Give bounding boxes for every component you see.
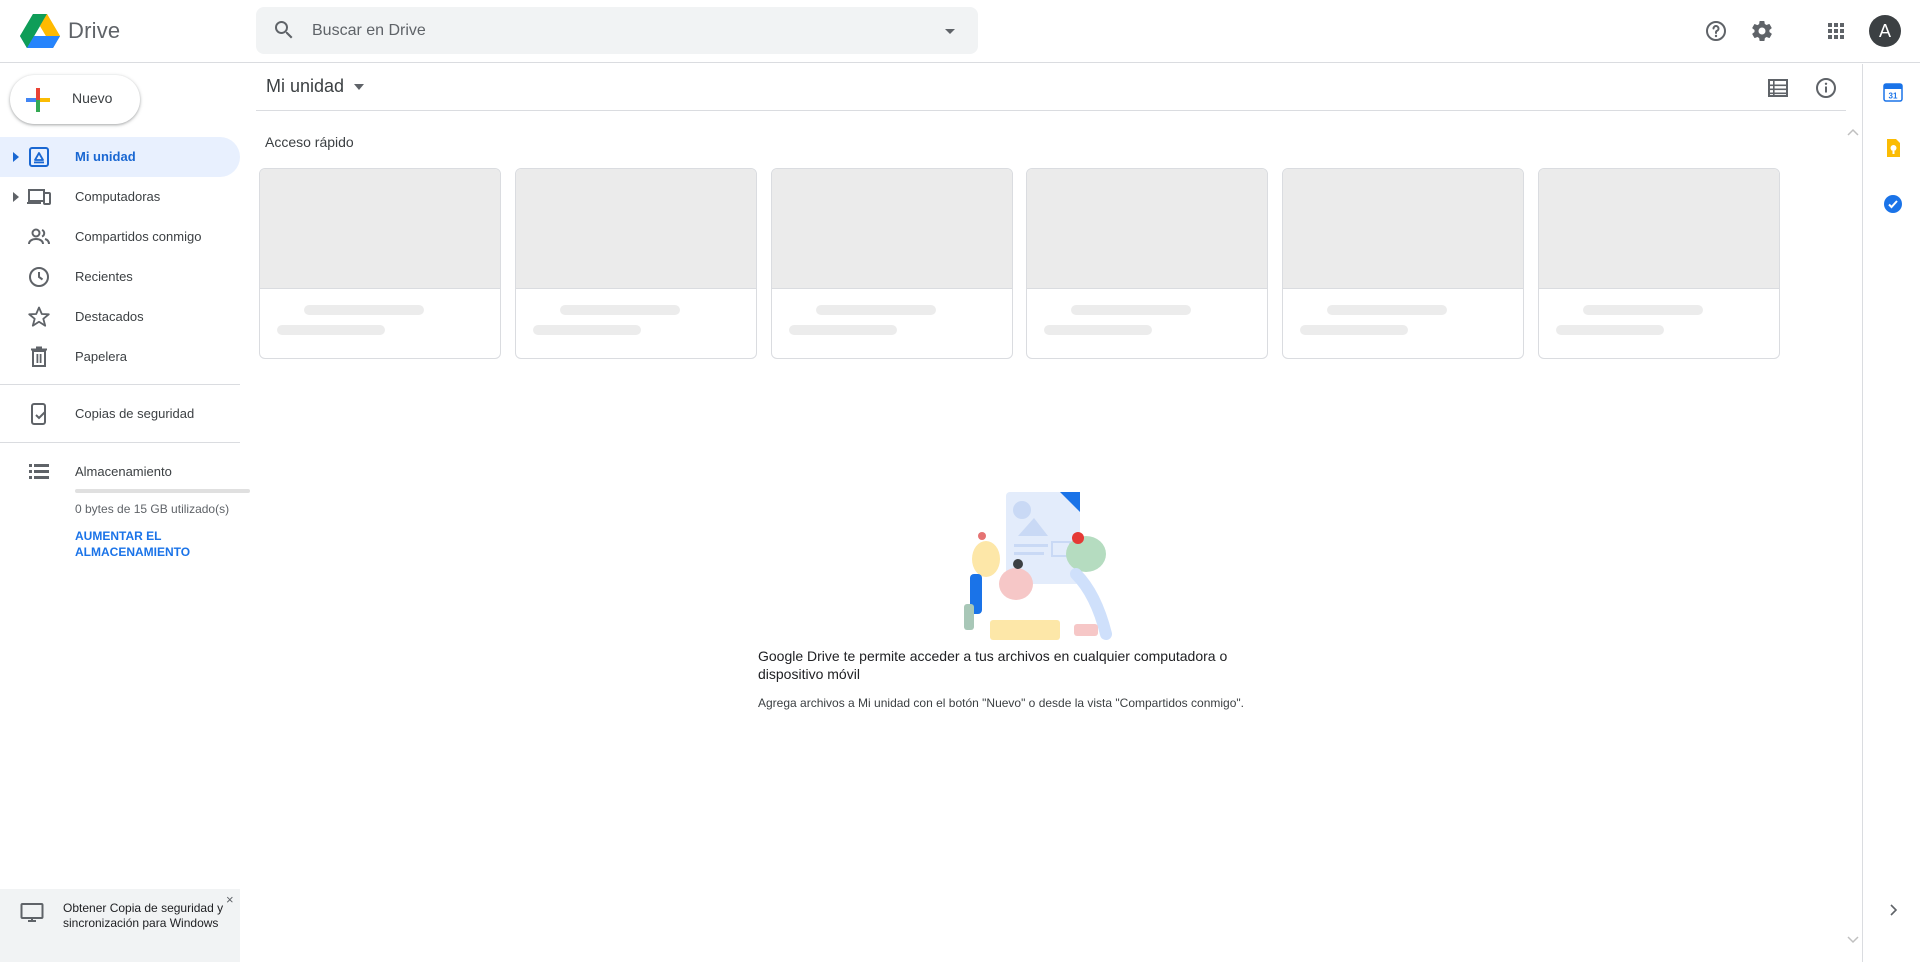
sidebar: Nuevo Mi unidad Computadoras Compartidos… [0,64,250,962]
expand-caret-icon[interactable] [12,191,20,203]
shared-with-me-icon [28,228,50,245]
quick-access-card-placeholder[interactable] [259,168,501,359]
search-options-dropdown-icon[interactable] [940,21,960,41]
quick-access-card-placeholder[interactable] [1026,168,1268,359]
chevron-right-icon[interactable] [1885,902,1901,918]
list-view-icon [1768,79,1788,97]
sidebar-item-label: Compartidos conmigo [75,229,202,244]
breadcrumb-my-drive[interactable]: Mi unidad [266,76,365,97]
placeholder-line [1583,305,1703,315]
chevron-down-icon [354,83,365,90]
placeholder-line [533,325,641,335]
card-thumbnail [1283,169,1523,289]
sidebar-item-label: Destacados [75,309,144,324]
card-thumbnail [1539,169,1779,289]
placeholder-line [1071,305,1191,315]
storage-icon [29,464,49,479]
sidebar-item-shared-with-me[interactable]: Compartidos conmigo [0,217,240,257]
sidebar-item-label: Recientes [75,269,133,284]
empty-state-subtitle: Agrega archivos a Mi unidad con el botón… [758,696,1244,710]
placeholder-line [560,305,680,315]
page-title: Mi unidad [266,76,345,96]
trash-icon [31,346,47,367]
main-content: Mi unidad Acceso rápido Google Drive te … [256,64,1846,962]
sidebar-divider [0,442,240,443]
scroll-down-arrow-icon[interactable] [1845,932,1861,948]
keep-icon[interactable] [1883,138,1903,158]
sidebar-item-trash[interactable]: Papelera [0,337,240,377]
sidebar-item-label: Papelera [75,349,128,364]
sidebar-divider [0,384,240,385]
sidebar-item-label: Mi unidad [75,149,136,164]
placeholder-line [1300,325,1408,335]
sidebar-item-storage[interactable]: Almacenamiento [0,452,240,492]
card-thumbnail [260,169,500,289]
upgrade-storage-link[interactable]: AUMENTAR EL ALMACENAMIENTO [75,528,235,560]
placeholder-line [1044,325,1152,335]
sidebar-item-backups[interactable]: Copias de seguridad [0,394,240,434]
main-header: Mi unidad [256,64,1846,111]
sidebar-item-recent[interactable]: Recientes [0,257,240,297]
new-button[interactable]: Nuevo [10,75,140,124]
quick-access-card-placeholder[interactable] [1282,168,1524,359]
list-view-button[interactable] [1764,74,1792,102]
empty-state-title: Google Drive te permite acceder a tus ar… [758,648,1228,682]
account-avatar[interactable]: A [1869,15,1901,47]
app-name[interactable]: Drive [68,18,120,44]
svg-text:31: 31 [1889,92,1898,101]
search-bar[interactable] [256,7,978,54]
sidebar-item-label: Copias de seguridad [75,406,195,421]
sidebar-item-computers[interactable]: Computadoras [0,177,240,217]
placeholder-line [304,305,424,315]
storage-usage-text: 0 bytes de 15 GB utilizado(s) [75,502,230,516]
computers-icon [27,189,51,205]
scroll-up-arrow-icon[interactable] [1845,124,1861,140]
empty-state-illustration [964,492,1112,640]
sidebar-item-starred[interactable]: Destacados [0,297,240,337]
details-button[interactable] [1812,74,1840,102]
settings-button[interactable] [1745,14,1779,48]
drive-logo-icon[interactable] [20,14,60,48]
card-thumbnail [1027,169,1267,289]
apps-grid-icon [1828,23,1844,39]
new-button-label: Nuevo [72,90,113,106]
sidebar-item-label: Almacenamiento [75,464,172,479]
info-icon [1816,78,1836,98]
quick-access-card-placeholder[interactable] [515,168,757,359]
side-panel: 31 [1862,64,1920,962]
quick-access-card-placeholder[interactable] [1538,168,1780,359]
search-icon[interactable] [272,18,296,42]
expand-caret-icon[interactable] [12,151,20,163]
backup-sync-promo[interactable]: Obtener Copia de seguridad y sincronizac… [0,889,240,962]
plus-icon [26,88,50,112]
quick-access-title: Acceso rápido [265,134,354,150]
placeholder-line [1556,325,1664,335]
promo-text[interactable]: Obtener Copia de seguridad y sincronizac… [63,901,231,931]
top-bar: Drive A [0,0,1920,63]
card-thumbnail [772,169,1012,289]
card-thumbnail [516,169,756,289]
placeholder-line [816,305,936,315]
placeholder-line [789,325,897,335]
recent-icon [29,267,49,287]
backups-icon [31,403,46,425]
placeholder-line [1327,305,1447,315]
sidebar-item-my-drive[interactable]: Mi unidad [0,137,240,177]
close-icon[interactable]: × [226,892,234,907]
quick-access-card-placeholder[interactable] [771,168,1013,359]
google-apps-button[interactable] [1819,14,1853,48]
help-icon [1706,21,1726,41]
tasks-icon[interactable] [1883,194,1903,214]
sidebar-item-label: Computadoras [75,189,161,204]
my-drive-icon [29,147,49,167]
starred-icon [28,306,50,327]
placeholder-line [277,325,385,335]
search-input[interactable] [312,7,912,54]
calendar-icon[interactable]: 31 [1883,82,1903,102]
storage-progress-bar [75,489,250,493]
gear-icon [1752,20,1772,42]
desktop-computer-icon [20,903,44,922]
help-button[interactable] [1699,14,1733,48]
